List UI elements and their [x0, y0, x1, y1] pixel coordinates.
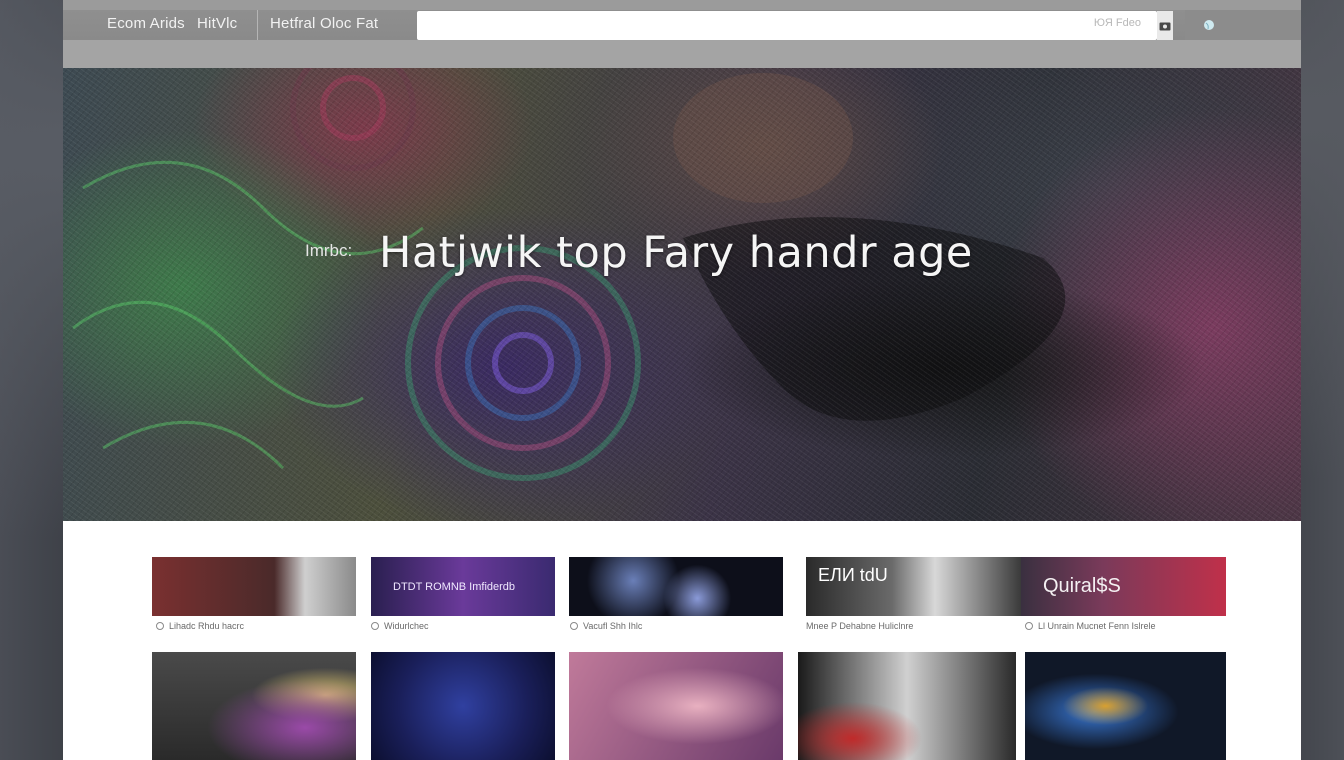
nav-link-hitvlc[interactable]: HitVlc [197, 12, 237, 40]
card-image [569, 652, 783, 760]
caption-text: Vacufl Shh Ihlc [583, 621, 643, 631]
radio-icon [570, 622, 578, 630]
card-image [371, 652, 555, 760]
search-hint: ЮЯ Fdeo [1093, 17, 1141, 29]
gallery-card[interactable]: DTDT ROMNB Imfiderdb [371, 557, 555, 616]
card-caption: Mnee P Dehabne Huliclnre [806, 621, 913, 631]
top-navigation-bar: Ecom Arids HitVlc Hetfral Oloc Fat ЮЯ Fd… [63, 0, 1301, 68]
hero-kicker: Imrbc: [305, 241, 353, 260]
gallery-card[interactable]: Quiral$S [1021, 557, 1226, 616]
radio-icon [156, 622, 164, 630]
caption-text: Mnee P Dehabne Huliclnre [806, 621, 914, 631]
radio-icon [371, 622, 379, 630]
gallery-card[interactable] [371, 652, 555, 760]
card-caption: Widurlchec [371, 621, 429, 631]
caption-text: Ll Unrain Mucnet Fenn Islrele [1038, 621, 1156, 631]
gallery-card[interactable]: ЕЛИ tdU [806, 557, 1021, 616]
language-button[interactable] [1185, 10, 1301, 40]
hero-texture [63, 68, 1301, 521]
caption-text: Widurlchec [384, 621, 429, 631]
gallery-card[interactable] [152, 652, 356, 760]
nav-link-hetfral[interactable]: Hetfral Oloc Fat [270, 12, 378, 40]
card-image [152, 557, 356, 616]
card-overlay-text: ЕЛИ tdU [818, 565, 888, 585]
gallery-card[interactable] [569, 652, 783, 760]
gallery-card[interactable] [1025, 652, 1226, 760]
card-caption: Lihadc Rhdu hacrc [156, 621, 244, 631]
card-image [152, 652, 356, 760]
card-caption: Vacufl Shh Ihlc [570, 621, 642, 631]
caption-text: Lihadc Rhdu hacrc [169, 621, 245, 631]
hero-banner: Imrbc: Hatjwik top Fary handr age [63, 68, 1301, 521]
card-image [798, 652, 1016, 760]
gallery-card[interactable] [569, 557, 783, 616]
camera-icon [1159, 22, 1171, 30]
globe-icon [1204, 20, 1214, 30]
card-image [569, 557, 783, 616]
card-overlay-text: DTDT ROMNB Imfiderdb [393, 581, 516, 593]
nav-divider [257, 10, 258, 40]
gallery-card[interactable] [152, 557, 356, 616]
card-overlay-text: Quiral$S [1043, 575, 1121, 597]
gallery-card[interactable] [798, 652, 1016, 760]
card-image [1025, 652, 1226, 760]
search-button[interactable] [1157, 11, 1173, 40]
radio-icon [1025, 622, 1033, 630]
card-caption: Ll Unrain Mucnet Fenn Islrele [1025, 621, 1156, 631]
browser-page: Ecom Arids HitVlc Hetfral Oloc Fat ЮЯ Fd… [63, 0, 1301, 760]
hero-title: Hatjwik top Fary handr age [379, 228, 973, 278]
nav-link-ecom-arids[interactable]: Ecom Arids [107, 12, 185, 40]
search-input[interactable]: ЮЯ Fdeo [417, 11, 1157, 40]
